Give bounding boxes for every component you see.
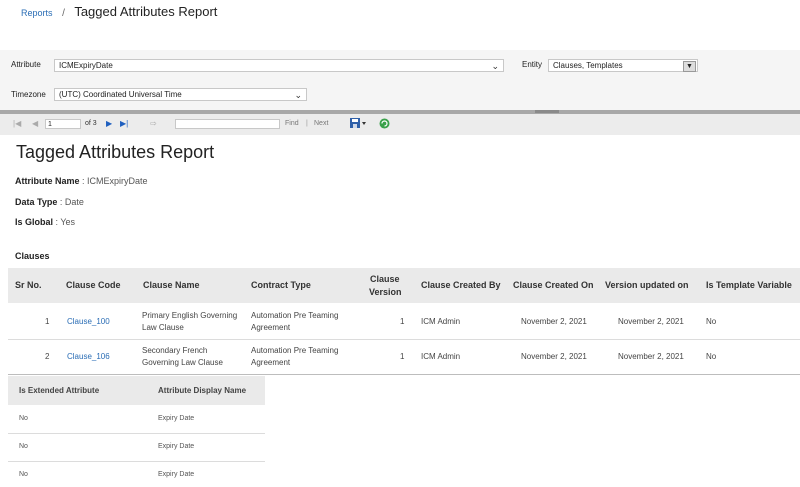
clause-code-link[interactable]: Clause_106 [67, 351, 110, 363]
cell-contract-type-line1: Automation Pre Teaming [251, 346, 339, 355]
breadcrumb-reports-link[interactable]: Reports [21, 8, 53, 18]
cell-is-extended: No [19, 443, 28, 450]
next-link[interactable]: Next [314, 120, 328, 127]
page-count: of 3 [85, 120, 97, 127]
back-to-parent-icon[interactable]: ⇨ [150, 119, 157, 128]
entity-select[interactable]: Clauses, Templates ▼ [548, 59, 698, 72]
last-page-icon[interactable]: ▶| [120, 119, 128, 128]
cell-sr-no: 2 [45, 352, 50, 361]
attribute-name-label: Attribute Name [15, 176, 80, 186]
col-header-is-extended: Is Extended Attribute [19, 386, 100, 395]
cell-clause-version: 1 [400, 352, 405, 361]
section-title-clauses: Clauses [15, 251, 50, 261]
cell-display-name: Expiry Date [158, 471, 195, 478]
row-divider [8, 374, 800, 375]
cell-contract-type-line1: Automation Pre Teaming [251, 311, 339, 320]
find-text-input[interactable] [175, 119, 280, 129]
breadcrumb-separator: / [62, 8, 65, 19]
cell-is-extended: No [19, 415, 28, 422]
cell-clause-name-line1: Secondary French [142, 346, 208, 355]
table-row: No Expiry Date [0, 434, 265, 461]
first-page-icon[interactable]: |◀ [13, 119, 21, 128]
breadcrumb: Reports / Tagged Attributes Report [21, 4, 217, 19]
page-number-input[interactable]: 1 [45, 119, 81, 129]
cell-display-name: Expiry Date [158, 415, 195, 422]
col-header-contract-type: Contract Type [251, 280, 311, 290]
col-header-created-on: Clause Created On [513, 280, 594, 290]
data-type-line: Data Type : Date [15, 197, 84, 207]
timezone-label: Timezone [11, 90, 46, 99]
refresh-icon[interactable] [379, 118, 390, 131]
table-row: No Expiry Date [0, 406, 265, 433]
col-header-clause-version-line2: Version [369, 287, 402, 297]
cell-sr-no: 1 [45, 317, 50, 326]
col-header-clause-code: Clause Code [66, 280, 121, 290]
timezone-select-value: (UTC) Coordinated Universal Time [59, 90, 182, 99]
cell-clause-version: 1 [400, 317, 405, 326]
cell-clause-name-line1: Primary English Governing [142, 311, 238, 320]
col-header-sr-no: Sr No. [15, 280, 42, 290]
attribute-select[interactable]: ICMExpiryDate ⌄ [54, 59, 504, 72]
splitter-handle[interactable] [535, 110, 559, 113]
previous-page-icon[interactable]: ◀ [32, 119, 38, 128]
table-row: 1 Clause_100 Primary English Governing L… [0, 304, 800, 339]
cell-version-updated: November 2, 2021 [618, 352, 684, 361]
report-title: Tagged Attributes Report [16, 142, 215, 162]
attribute-name-line: Attribute Name : ICMExpiryDate [15, 176, 148, 186]
page-title: Tagged Attributes Report [74, 4, 218, 19]
export-save-icon[interactable] [350, 118, 366, 131]
entity-label: Entity [522, 60, 543, 69]
col-header-created-by: Clause Created By [421, 280, 501, 290]
chevron-down-icon: ⌄ [294, 90, 302, 100]
cell-clause-name-line2: Governing Law Clause [142, 358, 223, 367]
data-type-value: : Date [59, 197, 84, 207]
cell-template-variable: No [706, 352, 717, 361]
is-global-value: : Yes [55, 217, 76, 227]
cell-created-by: ICM Admin [421, 317, 461, 326]
col-header-version-updated: Version updated on [605, 280, 689, 290]
entity-select-value: Clauses, Templates [553, 61, 623, 70]
cell-version-updated: November 2, 2021 [618, 317, 684, 326]
chevron-down-icon: ▼ [683, 61, 696, 72]
data-type-label: Data Type [15, 197, 58, 207]
is-global-label: Is Global [15, 217, 54, 227]
toolbar-separator: | [306, 120, 308, 127]
timezone-select[interactable]: (UTC) Coordinated Universal Time ⌄ [54, 88, 307, 101]
cell-created-on: November 2, 2021 [521, 317, 587, 326]
cell-is-extended: No [19, 471, 28, 478]
is-global-line: Is Global : Yes [15, 217, 75, 227]
filter-panel: Attribute ICMExpiryDate ⌄ Entity Clauses… [0, 50, 800, 110]
chevron-down-icon: ⌄ [491, 61, 499, 71]
cell-template-variable: No [706, 317, 717, 326]
cell-contract-type-line2: Agreement [251, 358, 291, 367]
table-row: No Expiry Date [0, 462, 265, 487]
col-header-display-name: Attribute Display Name [158, 386, 247, 395]
find-link[interactable]: Find [285, 120, 299, 127]
col-header-template-variable: Is Template Variable [706, 280, 792, 290]
clauses-table-header: Sr No. Clause Code Clause Name Contract … [8, 268, 800, 303]
cell-display-name: Expiry Date [158, 443, 195, 450]
attribute-name-value: : ICMExpiryDate [82, 176, 148, 186]
cell-created-on: November 2, 2021 [521, 352, 587, 361]
col-header-clause-name: Clause Name [143, 280, 200, 290]
clause-code-link[interactable]: Clause_100 [67, 316, 110, 328]
extended-table-header: Is Extended Attribute Attribute Display … [8, 376, 265, 405]
table-row: 2 Clause_106 Secondary French Governing … [0, 340, 800, 374]
cell-clause-name-line2: Law Clause [142, 323, 184, 332]
next-page-icon[interactable]: ▶ [106, 119, 112, 128]
attribute-select-value: ICMExpiryDate [59, 61, 113, 70]
cell-created-by: ICM Admin [421, 352, 461, 361]
report-toolbar: |◀ ◀ 1 of 3 ▶ ▶| ⇨ Find | Next [0, 114, 800, 135]
cell-contract-type-line2: Agreement [251, 323, 291, 332]
col-header-clause-version-line1: Clause [370, 274, 400, 284]
attribute-label: Attribute [11, 60, 41, 69]
